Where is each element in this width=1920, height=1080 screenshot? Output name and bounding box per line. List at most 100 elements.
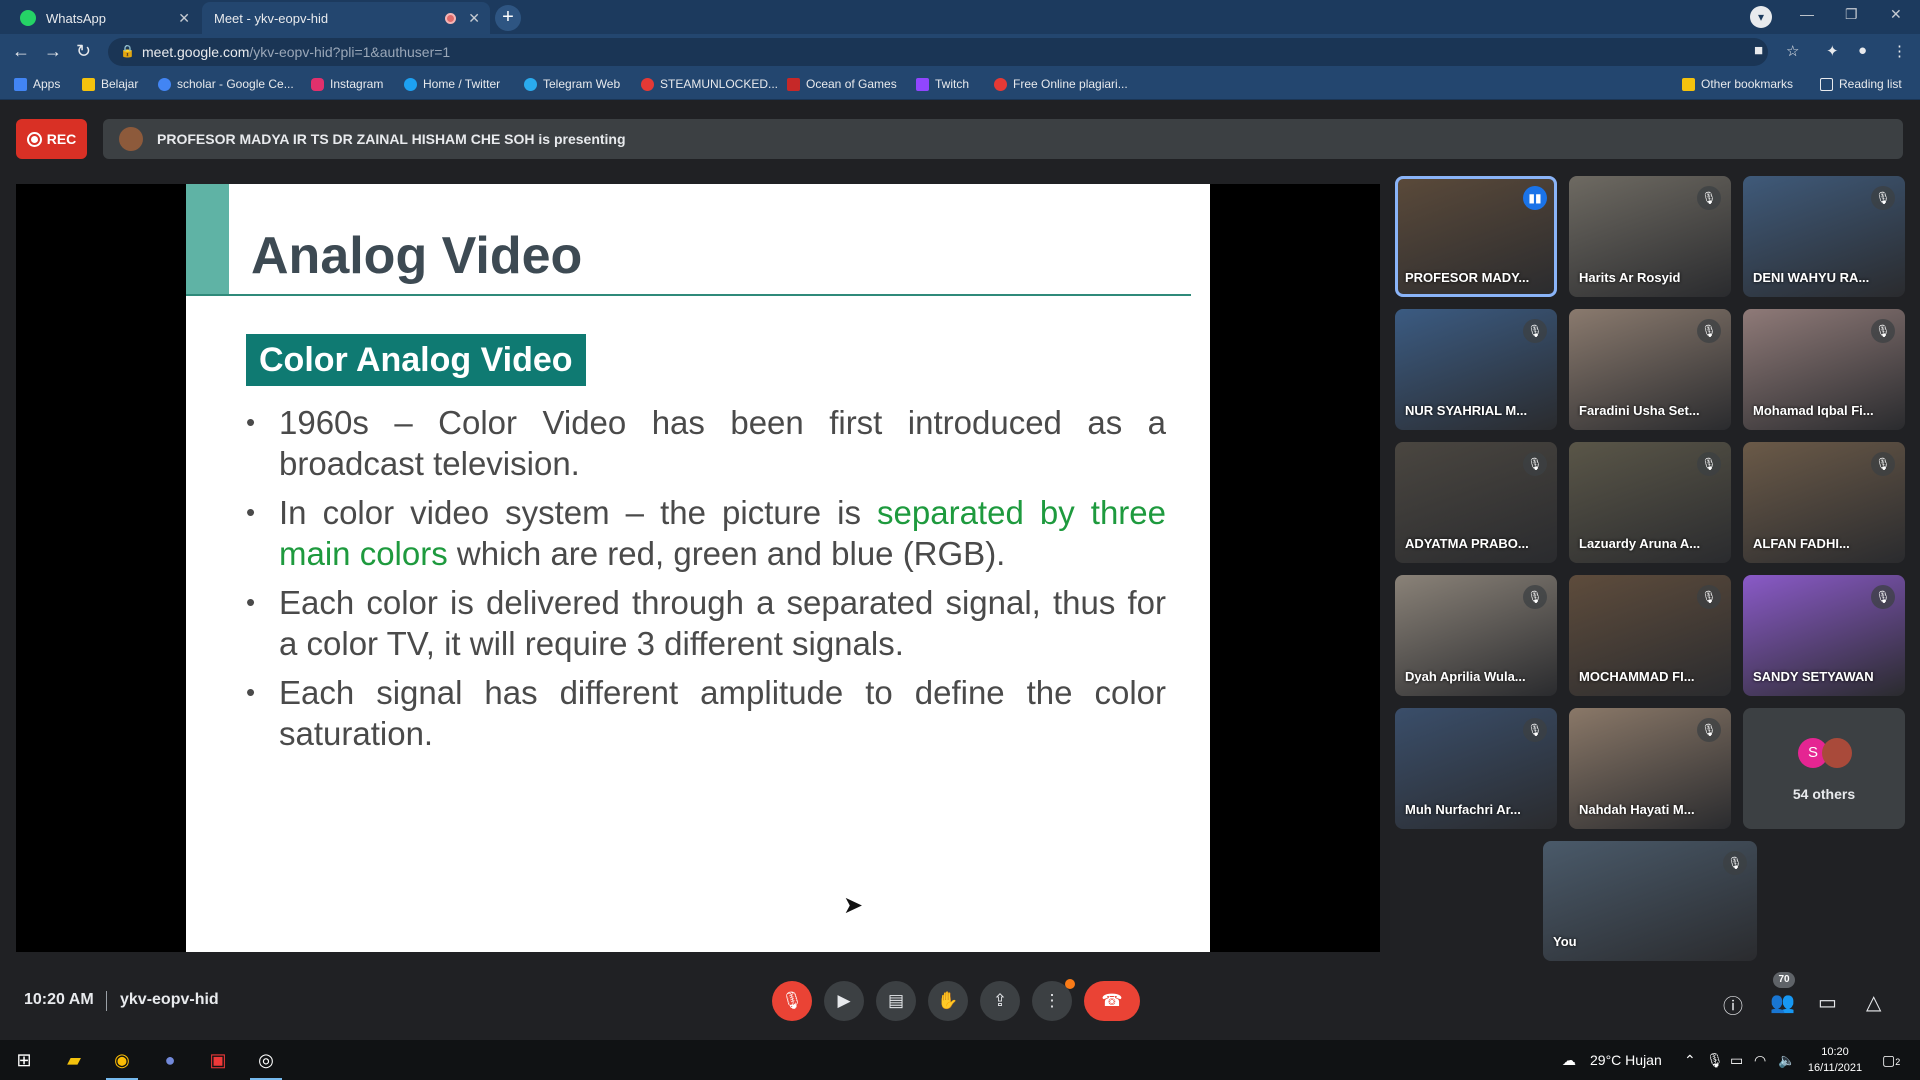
chat-icon[interactable]: ▭ bbox=[1818, 990, 1837, 1015]
discord-icon[interactable]: ● bbox=[146, 1040, 194, 1080]
volume-icon[interactable]: 🔈 bbox=[1778, 1052, 1795, 1069]
participant-tile[interactable]: 🎙 Lazuardy Aruna A... bbox=[1569, 442, 1731, 563]
weather-icon[interactable]: ☁ bbox=[1562, 1052, 1576, 1069]
participant-tile[interactable]: 🎙 Dyah Aprilia Wula... bbox=[1395, 575, 1557, 696]
vivaldi-icon[interactable]: ▣ bbox=[194, 1040, 242, 1080]
meeting-clock: 10:20 AM bbox=[24, 991, 94, 1008]
instagram-icon bbox=[311, 77, 324, 91]
self-view-tile[interactable]: 🎙 You bbox=[1543, 841, 1757, 961]
captions-button[interactable]: ▤ bbox=[876, 981, 916, 1021]
tab-meet[interactable]: Meet - ykv-eopv-hid ✕ bbox=[202, 2, 490, 119]
participant-tile[interactable]: 🎙 Faradini Usha Set... bbox=[1569, 309, 1731, 430]
participant-tile[interactable]: 🎙 DENI WAHYU RA... bbox=[1743, 176, 1905, 297]
record-icon bbox=[26, 131, 42, 147]
bookmark-twitch[interactable]: Twitch bbox=[916, 77, 969, 91]
mic-muted-icon: 🎙 bbox=[1697, 319, 1721, 343]
presenting-banner: PROFESOR MADYA IR TS DR ZAINAL HISHAM CH… bbox=[103, 119, 1903, 159]
slide-bullet: Each color is delivered through a separa… bbox=[246, 582, 1166, 664]
notification-center-icon[interactable]: ▢2 bbox=[1882, 1052, 1900, 1069]
tab-label: Meet - ykv-eopv-hid bbox=[214, 10, 329, 26]
participant-tile[interactable]: 🎙 Nahdah Hayati M... bbox=[1569, 708, 1731, 829]
present-button[interactable]: ⇪ bbox=[980, 981, 1020, 1021]
bookmark-ocean-of-games[interactable]: Ocean of Games bbox=[787, 77, 897, 91]
minimize-icon[interactable]: — bbox=[1800, 6, 1814, 22]
slide-bullets: 1960s – Color Video has been first intro… bbox=[246, 402, 1166, 762]
taskbar-clock[interactable]: 10:20 16/11/2021 bbox=[1805, 1044, 1865, 1076]
bookmark-apps[interactable]: Apps bbox=[14, 77, 60, 91]
microphone-tray-icon[interactable]: 🎙 bbox=[1706, 1052, 1724, 1069]
hang-up-icon: ☎ bbox=[1101, 991, 1123, 1010]
mic-muted-icon: 🎙 bbox=[1523, 718, 1547, 742]
more-options-button[interactable]: ⋮ bbox=[1032, 979, 1075, 1021]
close-tab-icon[interactable]: ✕ bbox=[468, 10, 480, 27]
bookmark-instagram[interactable]: Instagram bbox=[311, 77, 383, 91]
new-tab-button[interactable]: + bbox=[495, 5, 521, 31]
mic-muted-icon: 🎙 bbox=[1697, 718, 1721, 742]
back-icon[interactable]: ← bbox=[12, 41, 30, 62]
participant-tile[interactable]: 🎙 SANDY SETYAWAN bbox=[1743, 575, 1905, 696]
wifi-icon[interactable]: ◠ bbox=[1754, 1052, 1766, 1069]
presentation-stage[interactable]: Analog Video Color Analog Video 1960s – … bbox=[16, 184, 1380, 952]
video-camera-icon: ▶ bbox=[837, 991, 851, 1010]
bookmark-belajar[interactable]: Belajar bbox=[82, 77, 138, 91]
file-explorer-icon[interactable]: ▰ bbox=[50, 1040, 98, 1080]
others-tile[interactable]: S 54 others bbox=[1743, 708, 1905, 829]
people-icon[interactable]: 👥 bbox=[1770, 990, 1795, 1015]
participant-tile[interactable]: 🎙 MOCHAMMAD FI... bbox=[1569, 575, 1731, 696]
tray-overflow-icon[interactable]: ⌃ bbox=[1684, 1052, 1696, 1069]
participant-tile[interactable]: 🎙 ALFAN FADHI... bbox=[1743, 442, 1905, 563]
leave-call-button[interactable]: ☎ bbox=[1084, 981, 1140, 1021]
forward-icon[interactable]: → bbox=[44, 41, 62, 62]
lock-icon[interactable]: 🔒 bbox=[120, 44, 135, 58]
bookmark-telegram[interactable]: Telegram Web bbox=[524, 77, 620, 91]
raise-hand-button[interactable]: ✋ bbox=[928, 981, 968, 1021]
meeting-details-icon[interactable]: ⓘ bbox=[1723, 990, 1743, 1019]
mouse-cursor-icon: ➤ bbox=[843, 892, 864, 919]
extensions-icon[interactable]: ✦ bbox=[1826, 42, 1839, 60]
bookmark-star-icon[interactable]: ☆ bbox=[1786, 42, 1799, 60]
other-bookmarks[interactable]: Other bookmarks bbox=[1682, 77, 1793, 91]
participant-name: Nahdah Hayati M... bbox=[1579, 802, 1695, 817]
close-window-icon[interactable]: ✕ bbox=[1890, 6, 1902, 23]
avatar bbox=[1822, 738, 1852, 768]
steamunlocked-icon bbox=[641, 77, 654, 91]
reload-icon[interactable]: ↻ bbox=[76, 41, 91, 62]
browser-tab-strip: WhatsApp ✕ Meet - ykv-eopv-hid ✕ + ▾ — ❐… bbox=[0, 0, 1920, 119]
microphone-toggle[interactable]: 🎙 bbox=[772, 981, 812, 1021]
mic-muted-icon: 🎙 bbox=[1723, 851, 1747, 875]
restore-icon[interactable]: ❐ bbox=[1845, 6, 1858, 23]
participant-tile[interactable]: 🎙 ADYATMA PRABO... bbox=[1395, 442, 1557, 563]
profile-avatar-icon[interactable]: ● bbox=[1858, 42, 1867, 59]
participant-name: Harits Ar Rosyid bbox=[1579, 270, 1681, 285]
bookmark-steamunlocked[interactable]: STEAMUNLOCKED... bbox=[641, 77, 778, 91]
slide-bullet: In color video system – the picture is s… bbox=[246, 492, 1166, 574]
windows-start-icon[interactable]: ⊞ bbox=[0, 1040, 48, 1080]
participant-tile[interactable]: 🎙 Harits Ar Rosyid bbox=[1569, 176, 1731, 297]
tab-whatsapp[interactable]: WhatsApp ✕ bbox=[8, 2, 200, 34]
weather-text[interactable]: 29°C Hujan bbox=[1590, 1052, 1662, 1068]
browser-menu-icon[interactable]: ⋮ bbox=[1892, 42, 1907, 60]
apps-grid-icon bbox=[14, 77, 27, 91]
slide-bullet: 1960s – Color Video has been first intro… bbox=[246, 402, 1166, 484]
close-tab-icon[interactable]: ✕ bbox=[178, 10, 190, 27]
bookmark-twitter[interactable]: Home / Twitter bbox=[404, 77, 500, 91]
bookmark-plagiarism[interactable]: Free Online plagiari... bbox=[994, 77, 1128, 91]
meeting-code[interactable]: ykv-eopv-hid bbox=[120, 991, 219, 1009]
participant-tile[interactable]: 🎙 NUR SYAHRIAL M... bbox=[1395, 309, 1557, 430]
address-bar[interactable]: 🔒 meet.google.com/ykv-eopv-hid?pli=1&aut… bbox=[108, 38, 1768, 66]
mic-muted-icon: 🎙 bbox=[1523, 319, 1547, 343]
tab-search-icon[interactable]: ▾ bbox=[1750, 6, 1772, 28]
camera-in-use-icon[interactable]: ■ bbox=[1754, 42, 1763, 59]
chrome-icon[interactable]: ◉ bbox=[98, 1040, 146, 1080]
participant-tile[interactable]: 🎙 Muh Nurfachri Ar... bbox=[1395, 708, 1557, 829]
camera-toggle[interactable]: ▶ bbox=[824, 981, 864, 1021]
participant-tile[interactable]: 🎙 Mohamad Iqbal Fi... bbox=[1743, 309, 1905, 430]
recording-badge[interactable]: REC bbox=[16, 119, 87, 159]
scholar-icon bbox=[158, 77, 171, 91]
reading-list[interactable]: Reading list bbox=[1820, 77, 1902, 91]
battery-icon[interactable]: ▭ bbox=[1730, 1052, 1743, 1069]
obs-icon[interactable]: ◎ bbox=[242, 1040, 290, 1080]
activities-icon[interactable]: △ bbox=[1866, 990, 1881, 1015]
bookmark-scholar[interactable]: scholar - Google Ce... bbox=[158, 77, 294, 91]
participant-tile[interactable]: ▮▮ PROFESOR MADY... bbox=[1395, 176, 1557, 297]
